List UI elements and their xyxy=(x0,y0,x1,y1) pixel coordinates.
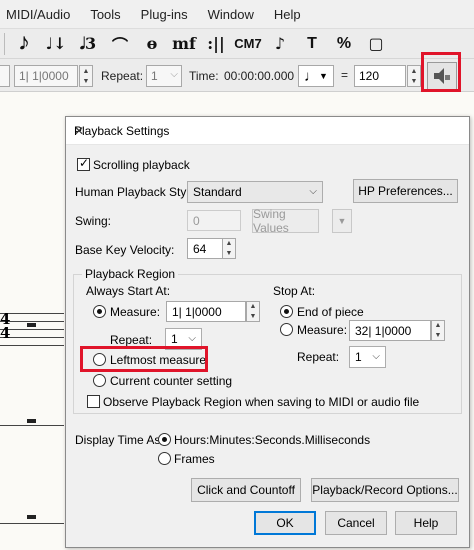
dialog-title-bar: Playback Settings ✕ xyxy=(66,117,469,145)
display-frames-radio[interactable] xyxy=(158,452,171,465)
tuplet-tool-icon[interactable]: 𝅘𝅥3 xyxy=(72,31,104,57)
close-icon[interactable]: ✕ xyxy=(74,124,461,138)
hp-preferences-button[interactable]: HP Preferences... xyxy=(353,179,458,203)
time-signature-icon: 44 xyxy=(0,310,11,342)
repeat-value: 1 xyxy=(151,69,158,83)
lyrics-tool-icon[interactable]: ♪ xyxy=(264,31,296,57)
display-time-label: Display Time As: xyxy=(75,433,164,447)
time-value: 00:00:00.000 xyxy=(224,69,295,83)
menu-plug-ins[interactable]: Plug-ins xyxy=(131,7,198,22)
counter-field[interactable]: 1| 1|0000 xyxy=(14,65,78,87)
start-measure-label: Measure: xyxy=(110,305,161,319)
base-key-velocity-field[interactable]: 64 xyxy=(187,238,223,259)
stop-measure-field[interactable]: 32| 1|0000 xyxy=(349,320,431,341)
resize-tool-icon[interactable]: % xyxy=(328,31,360,57)
toolbar-grip xyxy=(4,32,5,55)
whole-rest-icon xyxy=(27,419,36,423)
whole-rest-icon xyxy=(27,323,36,327)
menu-bar: MIDI/Audio Tools Plug-ins Window Help xyxy=(0,0,474,28)
playback-settings-dialog: Playback Settings ✕ Scrolling playback H… xyxy=(65,116,470,548)
swing-field[interactable]: 0 xyxy=(187,210,241,231)
end-of-piece-radio[interactable] xyxy=(280,305,293,318)
playback-record-options-button[interactable]: Playback/Record Options... xyxy=(311,478,459,502)
help-button[interactable]: Help xyxy=(395,511,457,535)
human-playback-style-select[interactable]: Standard ⌵ xyxy=(187,181,323,203)
swing-values-dropdown[interactable]: ▼ xyxy=(332,209,352,233)
simple-entry-tool-icon[interactable]: 𝅘𝅥𝅮 xyxy=(8,31,40,57)
display-frames-label: Frames xyxy=(174,452,215,466)
base-key-velocity-label: Base Key Velocity: xyxy=(75,243,175,257)
end-of-piece-label: End of piece xyxy=(297,305,364,319)
human-playback-style-label: Human Playback Style: xyxy=(75,185,200,199)
smart-shape-tool-icon[interactable]: ⌒ xyxy=(104,31,136,57)
menu-window[interactable]: Window xyxy=(198,7,264,22)
tempo-field[interactable]: 120 xyxy=(354,65,406,87)
whole-rest-icon xyxy=(27,515,36,519)
repeat-tool-icon[interactable]: :|| xyxy=(200,31,232,57)
start-measure-spinner[interactable]: ▲ ▼ xyxy=(246,301,260,322)
scrolling-playback-checkbox[interactable] xyxy=(77,156,90,171)
articulation-tool-icon[interactable]: ɵ xyxy=(136,31,168,57)
stop-measure-radio[interactable] xyxy=(280,323,293,336)
swing-values-button[interactable]: Swing Values xyxy=(252,207,319,235)
repeat-select[interactable]: 1 ⌵ xyxy=(146,65,182,87)
ok-button[interactable]: OK xyxy=(254,511,316,535)
time-label: Time: xyxy=(189,69,219,83)
start-repeat-label: Repeat: xyxy=(110,333,153,347)
menu-help[interactable]: Help xyxy=(264,7,311,22)
highlight-playback-settings xyxy=(421,52,461,92)
stop-measure-spinner[interactable]: ▲ ▼ xyxy=(431,320,445,341)
menu-midi-audio[interactable]: MIDI/Audio xyxy=(0,7,80,22)
playback-controls-bar: 1| 1|0000 ▲ ▼ Repeat: 1 ⌵ Time: 00:00:00.… xyxy=(0,58,474,92)
stop-repeat-value: 1 xyxy=(355,350,362,364)
chevron-down-icon: ⌵ xyxy=(309,186,317,197)
highlight-leftmost-measure xyxy=(80,346,208,372)
observe-region-checkbox[interactable] xyxy=(87,395,100,408)
tempo-note-button[interactable]: ♩ ▼ xyxy=(298,65,334,87)
counter-spinner[interactable]: ▲ ▼ xyxy=(79,65,93,87)
text-tool-icon[interactable]: T xyxy=(296,31,328,57)
start-repeat-value: 1 xyxy=(171,332,178,346)
base-key-velocity-spinner[interactable]: ▲ ▼ xyxy=(222,238,236,259)
current-counter-label: Current counter setting xyxy=(110,374,233,388)
tool-palette: 𝅘𝅥𝅮 ♩↓ 𝅘𝅥3 ⌒ ɵ mf :|| CM7 ♪ T % ▢ xyxy=(0,28,474,58)
chevron-down-icon: ▼ xyxy=(319,71,328,81)
stop-measure-label: Measure: xyxy=(297,323,348,337)
playback-region-label: Playback Region xyxy=(82,267,179,281)
display-hms-radio[interactable] xyxy=(158,433,171,446)
start-measure-radio[interactable] xyxy=(93,305,106,318)
always-start-at-label: Always Start At: xyxy=(86,284,171,298)
tempo-spinner[interactable]: ▲ ▼ xyxy=(407,65,421,87)
scrolling-playback-label: Scrolling playback xyxy=(93,158,190,172)
cancel-button[interactable]: Cancel xyxy=(325,511,387,535)
click-countoff-button[interactable]: Click and Countoff xyxy=(191,478,301,502)
speedy-entry-tool-icon[interactable]: ♩↓ xyxy=(40,31,72,57)
quarter-note-icon: ♩ xyxy=(304,67,320,85)
equals-label: = xyxy=(341,68,349,82)
menu-tools[interactable]: Tools xyxy=(80,7,130,22)
swing-label: Swing: xyxy=(75,214,112,228)
stop-repeat-select[interactable]: 1 ⌵ xyxy=(349,346,386,368)
chevron-down-icon: ⌵ xyxy=(188,333,196,344)
stop-repeat-label: Repeat: xyxy=(297,350,340,364)
chevron-down-icon: ▼ xyxy=(337,216,347,226)
human-playback-style-value: Standard xyxy=(193,185,242,199)
page-layout-tool-icon[interactable]: ▢ xyxy=(360,31,392,57)
observe-region-label: Observe Playback Region when saving to M… xyxy=(103,395,420,409)
counter-edge xyxy=(0,65,10,87)
chevron-down-icon: ⌵ xyxy=(170,69,178,80)
repeat-label: Repeat: xyxy=(101,69,144,83)
current-counter-radio[interactable] xyxy=(93,374,106,387)
chevron-down-icon: ⌵ xyxy=(372,351,380,362)
start-measure-field[interactable]: 1| 1|0000 xyxy=(166,301,246,322)
chord-tool-icon[interactable]: CM7 xyxy=(232,31,264,57)
display-hms-label: Hours:Minutes:Seconds.Milliseconds xyxy=(174,433,371,447)
expression-tool-icon[interactable]: mf xyxy=(168,31,200,57)
stop-at-label: Stop At: xyxy=(273,284,316,298)
